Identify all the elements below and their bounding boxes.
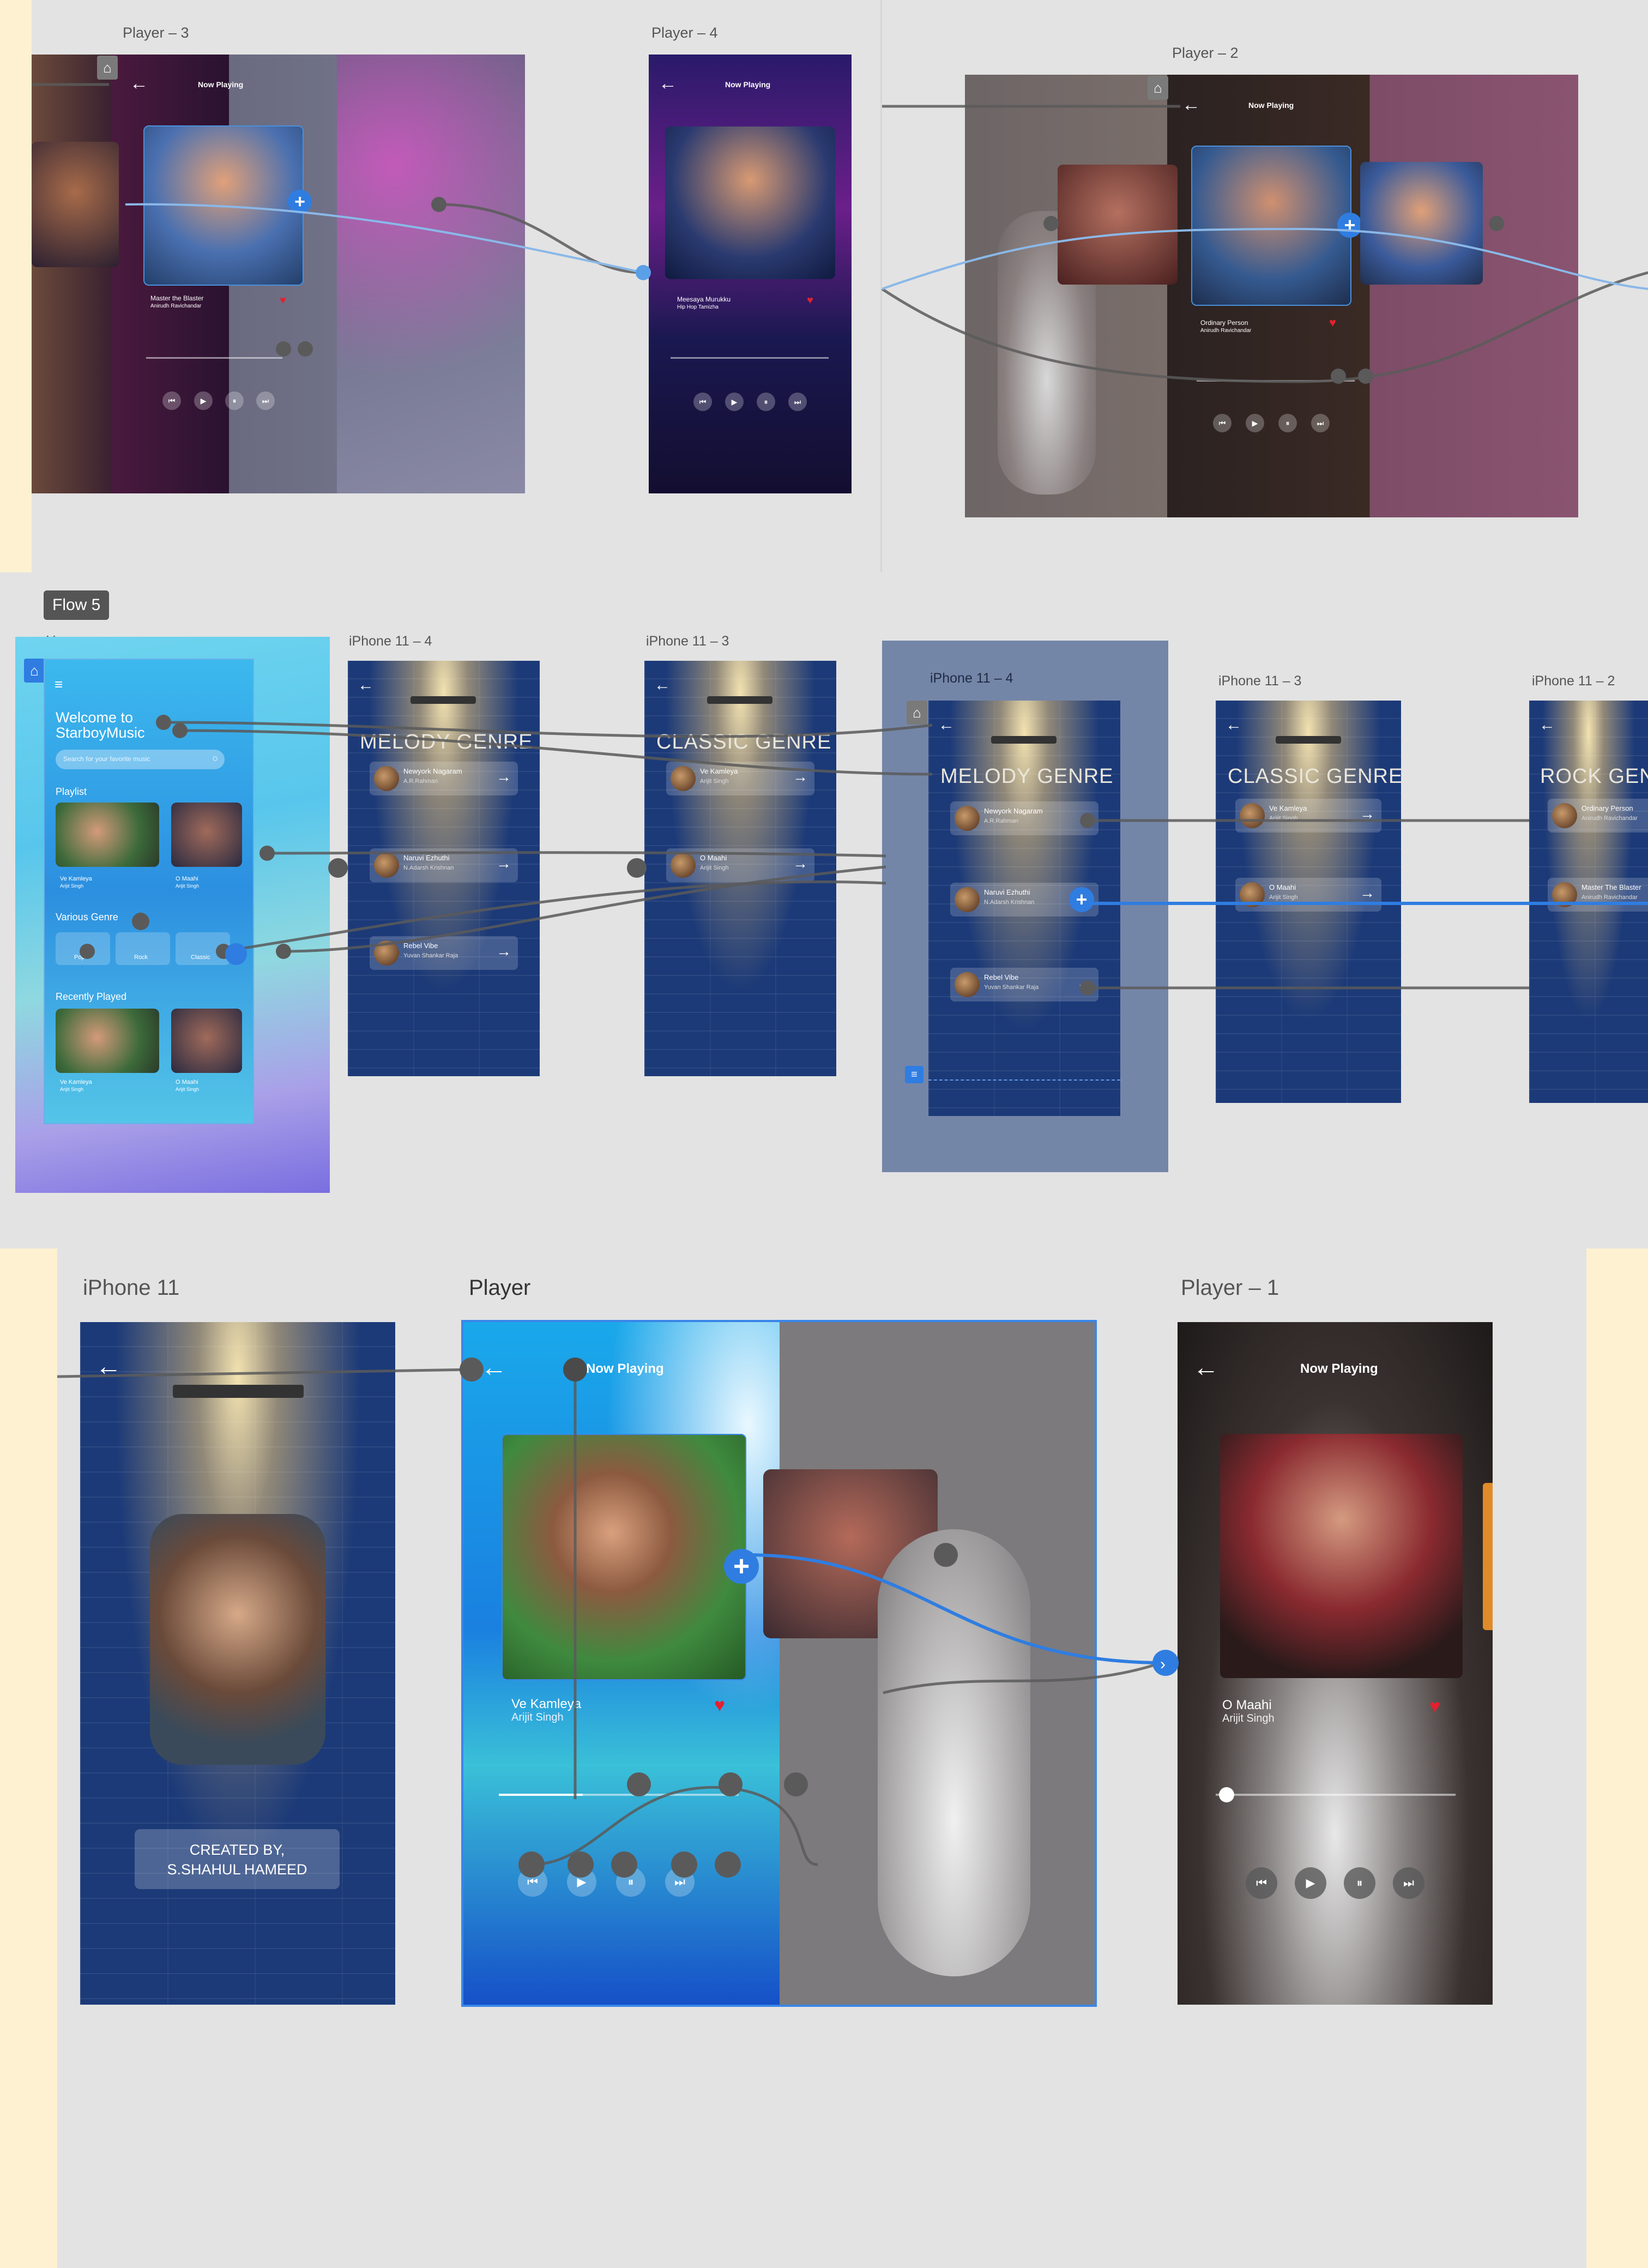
prototype-connectors: › [32,83,1648,1878]
connector-node [784,1772,808,1796]
connector-arrow-blue [636,265,651,280]
wire-player2-blue [882,227,1648,290]
connector-node [156,715,171,730]
connector-node [627,1772,651,1796]
wire-player3-to-player4 [438,203,644,274]
wire-player-top [883,1661,1162,1694]
connector-arrow-grey [328,858,348,878]
connector-node [460,1358,484,1382]
connector-node [276,341,291,357]
wire-home-to-melody [163,721,933,738]
connector-node [715,1851,741,1878]
wire-genre-1 [283,865,886,953]
wire-player2-curve [881,271,1648,383]
connector-node [80,944,95,959]
connector-node [719,1772,742,1796]
connector-arrow-blue [225,943,247,965]
wire-playlist [267,851,886,858]
connector-node [1331,369,1346,384]
connector-node [298,341,313,357]
connector-node [568,1851,594,1878]
connector-arrow-grey [132,913,149,930]
connector-node [172,723,188,738]
connector-node [259,846,275,861]
connector-node [1080,980,1095,996]
connector-arrow-blue [1152,1650,1179,1676]
connector-arrow-grey [627,858,647,878]
connector-node [518,1851,545,1878]
wire-home-to-classic [179,729,933,776]
connector-node [1358,369,1373,384]
wire-player-to-player1 [746,1553,1166,1664]
connector-arrow-glyph: › [1160,1655,1166,1673]
connector-node [1489,216,1504,231]
connector-node [934,1543,958,1567]
connector-arrow-grey [563,1358,587,1382]
wire-player3-blue [125,203,644,274]
connector-node [671,1851,697,1878]
connector-node [1080,813,1095,828]
connector-node [276,944,291,959]
connector-node [611,1851,637,1878]
connector-node [431,197,446,212]
wire-iphone11-to-player [57,1368,472,1378]
connector-node [1043,216,1059,231]
